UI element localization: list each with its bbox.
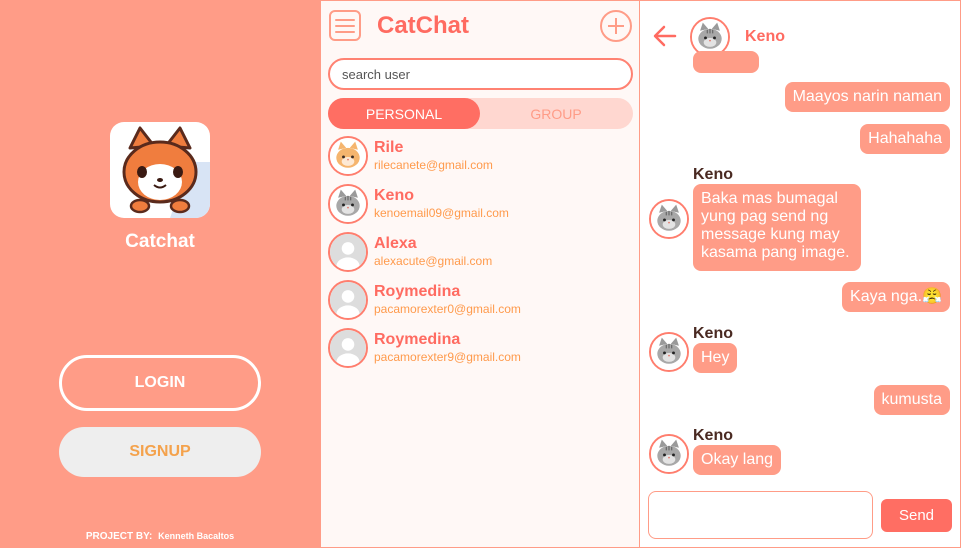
message-sender: Keno <box>693 325 733 342</box>
welcome-panel: Catchat LOGIN SIGNUP PROJECT BY: Kenneth… <box>0 0 320 548</box>
login-button[interactable]: LOGIN <box>59 355 261 411</box>
contact-email: pacamorexter0@gmail.com <box>374 302 521 316</box>
default-user-icon <box>328 280 368 320</box>
contact-name: Keno <box>374 187 414 204</box>
gray-cat-icon <box>328 184 368 224</box>
message-bubble-sent: Kaya nga.😤 <box>842 282 950 312</box>
send-button[interactable]: Send <box>881 499 952 532</box>
project-credits: PROJECT BY: Kenneth Bacaltos <box>0 531 320 542</box>
contact-email: kenoemail09@gmail.com <box>374 206 509 220</box>
message-sender: Keno <box>693 427 733 444</box>
contact-item[interactable]: Roymedina pacamorexter9@gmail.com <box>328 328 633 370</box>
contact-item[interactable]: Rile rilecanete@gmail.com <box>328 136 633 178</box>
message-bubble-received: Baka mas bumagal yung pag send ng messag… <box>693 184 861 271</box>
tab-group[interactable]: GROUP <box>480 98 632 129</box>
cat-logo-icon <box>122 126 210 218</box>
orange-cat-icon <box>328 136 368 176</box>
contact-name: Alexa <box>374 235 417 252</box>
tab-personal[interactable]: PERSONAL <box>328 98 480 129</box>
message-bubble-sent: Maayos narin naman <box>784 82 950 112</box>
credits-author: Kenneth Bacaltos <box>158 531 235 541</box>
contact-name: Rile <box>374 139 404 156</box>
add-icon[interactable] <box>600 10 632 42</box>
message-bubble-sent: kumusta <box>873 385 950 415</box>
default-user-icon <box>328 232 368 272</box>
message-bubble-received: Hey <box>693 343 738 373</box>
contact-item[interactable]: Alexa alexacute@gmail.com <box>328 232 633 274</box>
gray-cat-icon <box>649 332 689 372</box>
message-bubble-received: Okay lang <box>693 445 782 475</box>
brand-title: CatChat <box>377 12 470 39</box>
hamburger-menu-icon[interactable] <box>329 10 361 41</box>
contact-name: Roymedina <box>374 283 461 300</box>
message-bubble-sent: Hahahaha <box>860 124 950 154</box>
message-sender: Keno <box>693 166 733 183</box>
contact-tabs: PERSONAL GROUP <box>328 98 633 129</box>
app-logo <box>110 122 210 218</box>
back-arrow-icon[interactable] <box>652 23 678 49</box>
gray-cat-icon <box>649 199 689 239</box>
credits-prefix: PROJECT BY: <box>85 531 153 542</box>
chat-panel: Keno Maayos narin naman Hahahaha Keno Ba… <box>640 0 961 548</box>
message-input[interactable] <box>648 491 873 539</box>
contact-item[interactable]: Roymedina pacamorexter0@gmail.com <box>328 280 633 322</box>
message-bubble-partial <box>693 51 759 73</box>
chat-title: Keno <box>745 28 785 45</box>
gray-cat-icon <box>649 434 689 474</box>
default-user-icon <box>328 328 368 368</box>
contact-email: pacamorexter9@gmail.com <box>374 350 521 364</box>
contact-email: rilecanete@gmail.com <box>374 158 493 172</box>
contact-email: alexacute@gmail.com <box>374 254 493 268</box>
contacts-panel: CatChat PERSONAL GROUP Rile rilecanete@g… <box>320 0 640 548</box>
contact-name: Roymedina <box>374 331 461 348</box>
contact-item[interactable]: Keno kenoemail09@gmail.com <box>328 184 633 226</box>
search-user-input[interactable] <box>328 58 633 90</box>
signup-button[interactable]: SIGNUP <box>59 427 261 477</box>
app-name: Catchat <box>125 231 195 252</box>
